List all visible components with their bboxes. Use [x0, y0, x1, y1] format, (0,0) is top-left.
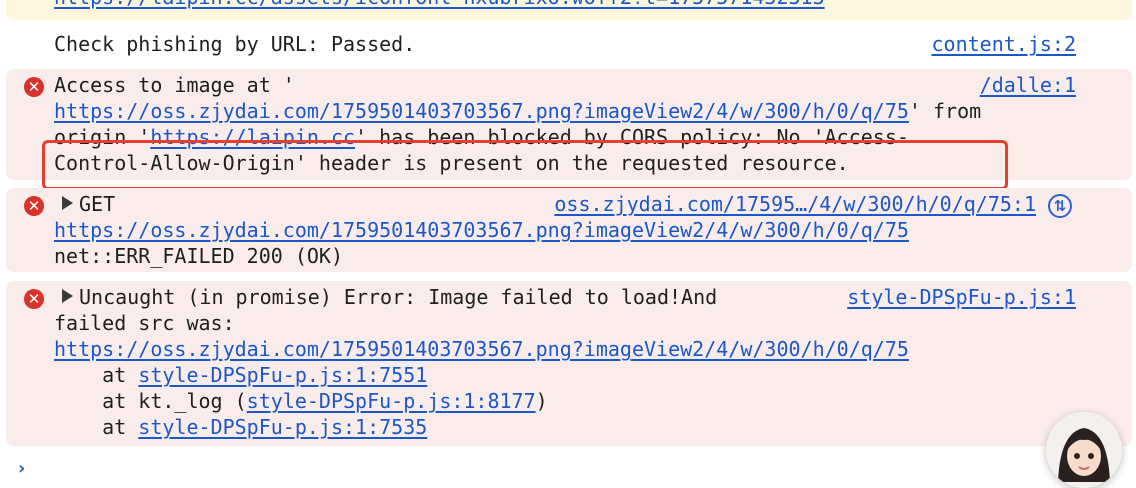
cors-error-line1: Access to image at '	[54, 73, 295, 97]
uncaught-error-source-link[interactable]: style-DPSpFu-p.js:1	[847, 284, 1076, 310]
stack-frame-1: at style-DPSpFu-p.js:1:7551	[54, 362, 427, 388]
stack-frame-link[interactable]: style-DPSpFu-p.js:1:7551	[138, 363, 427, 387]
error-circle-icon: ✕	[24, 196, 44, 216]
stack-frame-prefix: at	[54, 415, 139, 439]
network-request-icon[interactable]: ⇅	[1048, 194, 1072, 218]
uncaught-error-header[interactable]: Uncaught (in promise) Error: Image faile…	[62, 284, 717, 310]
stack-frame-link[interactable]: style-DPSpFu-p.js:1:8177	[247, 389, 536, 413]
uncaught-error-url-link[interactable]: https://oss.zjydai.com/1759501403703567.…	[54, 336, 909, 362]
uncaught-error-line2: failed src was:	[54, 311, 235, 335]
stack-frame-3: at style-DPSpFu-p.js:1:7535	[54, 414, 427, 440]
cors-error-after-url: ' from	[908, 99, 982, 123]
get-error-header[interactable]: GET	[62, 191, 115, 217]
uncaught-error-message: Uncaught (in promise) Error: Image faile…	[79, 285, 718, 309]
triangle-right-icon	[62, 289, 73, 303]
stack-frame-2: at kt._log (style-DPSpFu-p.js:1:8177)	[54, 388, 548, 414]
error-circle-icon: ✕	[24, 289, 44, 309]
stack-frame-link[interactable]: style-DPSpFu-p.js:1:7535	[138, 415, 427, 439]
uncaught-error-row: ✕ Uncaught (in promise) Error: Image fai…	[6, 281, 1132, 446]
cors-error-source-link[interactable]: /dalle:1	[980, 72, 1076, 98]
get-error-row: ✕ GET oss.zjydai.com/17595…/4/w/300/h/0/…	[6, 188, 1132, 272]
get-error-status: net::ERR_FAILED 200 (OK)	[54, 244, 343, 268]
stack-frame-suffix: )	[535, 389, 548, 413]
triangle-right-icon	[62, 196, 73, 210]
info-message-text: Check phishing by URL: Passed.	[54, 32, 416, 56]
assistant-avatar-image	[1046, 412, 1122, 488]
cors-error-line2: https://oss.zjydai.com/1759501403703567.…	[54, 98, 981, 124]
warning-resource-link[interactable]: https://laipin.cc/assets/iconfont-nxubri…	[54, 0, 825, 10]
assistant-avatar[interactable]	[1046, 412, 1122, 488]
stack-frame-prefix: at	[54, 363, 139, 387]
highlight-annotation-box	[42, 140, 1008, 190]
info-source-link[interactable]: content.js:2	[932, 31, 1077, 57]
cors-error-url-link[interactable]: https://oss.zjydai.com/1759501403703567.…	[54, 99, 909, 123]
error-circle-icon: ✕	[24, 77, 44, 97]
get-error-source-link[interactable]: oss.zjydai.com/17595…/4/w/300/h/0/q/75:1	[554, 191, 1036, 217]
get-error-method: GET	[79, 192, 116, 216]
warning-message-row: https://laipin.cc/assets/iconfont-nxubri…	[6, 0, 1132, 20]
get-error-url-link[interactable]: https://oss.zjydai.com/1759501403703567.…	[54, 217, 909, 243]
stack-frame-prefix: at kt._log (	[54, 389, 247, 413]
chevron-right-icon[interactable]: ›	[18, 458, 25, 479]
